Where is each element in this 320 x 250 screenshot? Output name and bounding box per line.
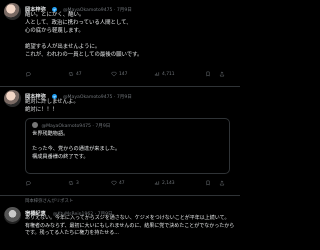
like-button[interactable]: 147 xyxy=(111,71,154,77)
heart-icon xyxy=(111,71,117,77)
quoted-tweet[interactable]: @MayaOkamoto9475 · 7月9日 世界残酷物語。 たった今、党から… xyxy=(25,118,230,174)
reply-icon xyxy=(25,72,31,77)
views-count: 4,711 xyxy=(162,71,175,77)
quote-header: @MayaOkamoto9475 · 7月9日 xyxy=(32,122,110,129)
reply-button[interactable] xyxy=(25,180,68,186)
avatar[interactable] xyxy=(4,90,21,107)
quote-handle: @MayaOkamoto9475 · 7月9日 xyxy=(41,124,111,129)
views-button[interactable]: 2,143 xyxy=(154,180,197,186)
tweet-text: 絶対に許しませんよ。 絶対に！！！ xyxy=(25,99,79,114)
tweet-header: 宿橋紀恵 @KtuMsRein1962 · 7月9日 xyxy=(25,206,113,217)
views-icon xyxy=(154,181,160,185)
tweet-actions: 3 47 2,143 xyxy=(25,179,225,187)
like-button[interactable]: 47 xyxy=(111,180,154,186)
tweet-actions: 47 147 4,711 xyxy=(25,70,225,78)
views-icon xyxy=(154,72,160,76)
bookmark-button[interactable] xyxy=(205,180,211,186)
like-count: 147 xyxy=(119,71,128,77)
reply-icon xyxy=(25,181,31,186)
tweet-1[interactable]: 岡本梓弥 @MayaOkamoto9475 · 7月9日 酷い。とにかく、酷い。… xyxy=(0,2,240,84)
views-count: 2,143 xyxy=(162,180,175,186)
views-button[interactable]: 4,711 xyxy=(154,71,197,77)
like-count: 47 xyxy=(119,180,125,186)
retweet-count: 47 xyxy=(76,71,82,77)
avatar xyxy=(32,122,38,128)
divider xyxy=(0,86,240,87)
tweet-header: 岡本梓弥 @MayaOkamoto9475 · 7月9日 xyxy=(25,2,132,13)
retweet-icon xyxy=(68,181,74,185)
quote-text: 世界残酷物語。 たった今、党からの通達が来ました。 構成員番様の終了です。 xyxy=(32,131,121,160)
tweet-header: 岡本梓弥 @MayaOkamoto9475 · 7月9日 xyxy=(25,89,132,100)
tweet-3[interactable]: 宿橋紀恵 @KtuMsRein1962 · 7月9日 ありえない。今年に入ってか… xyxy=(0,206,240,250)
share-button[interactable] xyxy=(219,180,225,186)
bookmark-icon xyxy=(206,71,210,77)
tweet-2[interactable]: 岡本梓弥 @MayaOkamoto9475 · 7月9日 絶対に許しませんよ。 … xyxy=(0,89,240,193)
reply-button[interactable] xyxy=(25,71,68,77)
tweet-text: ありえない。今年に入ってからスジを通さない、ケジメをつけないことが平年以上続いて… xyxy=(25,215,235,237)
retweet-button[interactable]: 47 xyxy=(68,71,111,77)
share-icon xyxy=(219,180,225,186)
heart-icon xyxy=(111,180,117,186)
avatar[interactable] xyxy=(4,207,21,224)
bookmark-button[interactable] xyxy=(205,71,211,77)
retweet-count: 3 xyxy=(76,180,79,186)
tweet-text: 酷い。とにかく、酷い。 人として、政治に携わっている人間として、 心の底から軽蔑… xyxy=(25,12,143,59)
retweet-icon xyxy=(68,72,74,76)
divider xyxy=(0,195,240,196)
avatar[interactable] xyxy=(4,3,21,20)
share-button[interactable] xyxy=(219,71,225,77)
retweet-button[interactable]: 3 xyxy=(68,180,111,186)
bookmark-icon xyxy=(206,180,210,186)
share-icon xyxy=(219,71,225,77)
